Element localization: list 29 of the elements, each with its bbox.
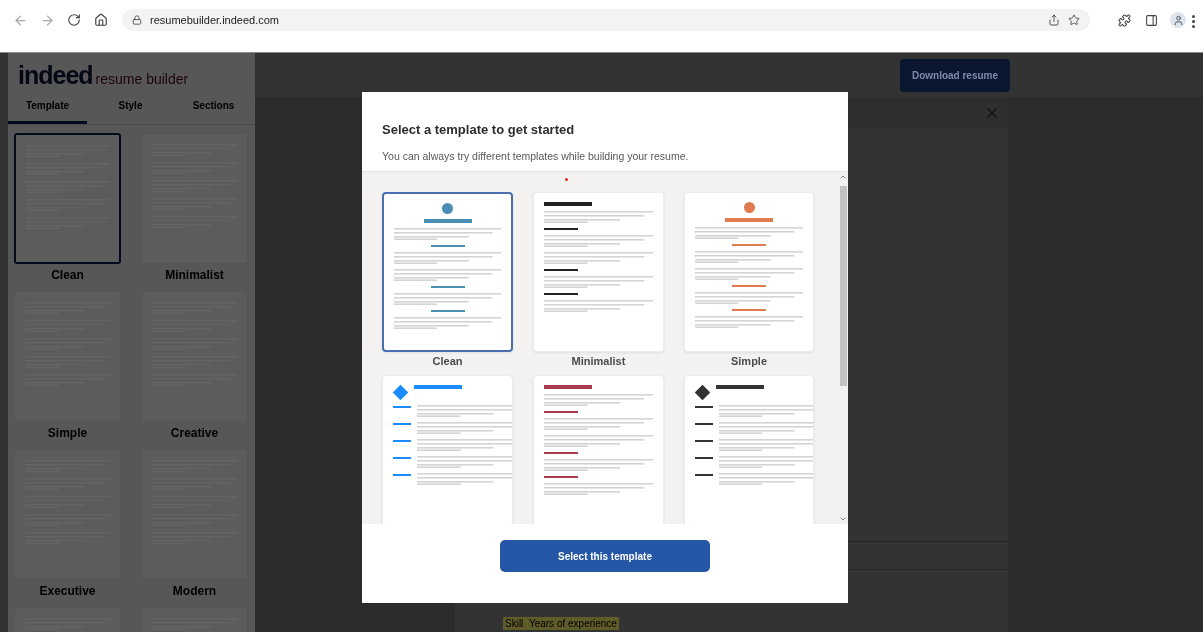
template-name: Creative [170, 426, 219, 441]
template-name: Modern [172, 584, 217, 599]
dialog-title: Select a template to get started [382, 122, 576, 137]
template-name: Minimalist [165, 268, 224, 283]
avatar-mark [743, 202, 755, 213]
sidebar-tab[interactable]: Sections [174, 90, 253, 124]
template-name: Simple [47, 426, 88, 441]
lock-icon [132, 15, 142, 25]
template-name: Clean [432, 355, 463, 369]
dialog-subtitle: You can always try different templates while building your resume. [382, 150, 690, 162]
logo-wordmark: indeed [18, 61, 93, 90]
share-icon[interactable] [1048, 14, 1060, 26]
download-button[interactable]: Download resume [900, 58, 1010, 92]
select-template-button[interactable]: Select this template [500, 540, 710, 572]
template-name: Clean [51, 268, 84, 283]
template-thumbnail[interactable] [14, 133, 121, 264]
template-name: Simple [730, 355, 768, 369]
star-icon[interactable] [1068, 14, 1080, 26]
address-bar[interactable]: resumebuilder.indeed.com [122, 9, 1090, 31]
sidebar-tab[interactable]: Template [8, 90, 87, 124]
product-name: resume builder [95, 71, 189, 87]
template-name: Executive [39, 584, 96, 599]
profile-icon[interactable] [1170, 12, 1186, 28]
menu-icon[interactable] [1192, 15, 1195, 28]
skill-chip: Skill Years of experience [503, 617, 619, 630]
indicator-dot [565, 178, 568, 181]
template-name: Minimalist [571, 355, 626, 369]
sidebar-tab[interactable]: Style [91, 90, 170, 124]
avatar-mark [442, 203, 453, 214]
